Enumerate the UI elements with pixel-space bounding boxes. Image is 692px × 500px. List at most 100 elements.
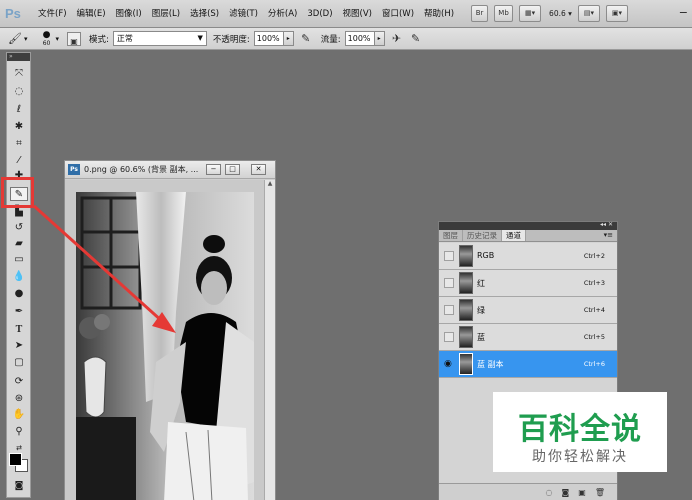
minibridge-button[interactable]: Mb (494, 5, 514, 22)
menu-layer[interactable]: 图层(L) (147, 0, 185, 28)
channel-thumbnail (459, 353, 473, 375)
brush-dot-icon: ● (42, 29, 51, 40)
panel-tabs: 图层 历史记录 通道 ▾≡ (439, 230, 617, 242)
channel-shortcut: Ctrl+4 (583, 306, 605, 314)
channel-row-blue[interactable]: 蓝 Ctrl+5 (439, 324, 617, 351)
tab-layers[interactable]: 图层 (439, 230, 463, 241)
3d-orbit-tool-icon[interactable]: ⊛ (10, 392, 28, 406)
collapse-icon[interactable]: ◂◂ ✕ (600, 221, 613, 228)
minimize-icon: − (210, 165, 217, 173)
zoom-tool-icon[interactable]: ⚲ (10, 425, 28, 439)
move-tool-icon[interactable]: ⤧ (10, 67, 28, 81)
pen-tool-icon[interactable]: ✒ (10, 305, 28, 319)
document-title: 0.png @ 60.6% (背景 副本, ... (84, 165, 199, 174)
doc-close-button[interactable]: ✕ (251, 164, 266, 175)
brush-panel-toggle-icon[interactable]: ▣ (67, 31, 82, 46)
brush-size-picker[interactable]: ● 60 (40, 29, 54, 47)
document-canvas-area[interactable] (65, 180, 265, 500)
flow-label: 流量: (320, 34, 341, 45)
menu-file[interactable]: 文件(F) (33, 0, 72, 28)
new-channel-icon[interactable]: ▣ (578, 488, 586, 497)
photoshop-logo: Ps (5, 5, 21, 21)
airbrush-icon[interactable]: ✈ (390, 31, 404, 46)
eyedropper-tool-icon[interactable]: ⁄ (10, 154, 28, 168)
channel-name: 红 (477, 279, 485, 288)
mode-select[interactable]: 正常 ▼ (112, 31, 207, 46)
menu-edit[interactable]: 编辑(E) (72, 0, 111, 28)
menu-image[interactable]: 图像(I) (111, 0, 147, 28)
channel-row-blue-copy[interactable]: ◉ 蓝 副本 Ctrl+6 (439, 351, 617, 378)
panel-topbar[interactable]: ◂◂ ✕ (439, 221, 617, 230)
save-selection-icon[interactable]: ◙ (562, 488, 570, 497)
flow-input[interactable]: 100% (344, 31, 375, 46)
channel-row-red[interactable]: 红 Ctrl+3 (439, 270, 617, 297)
watermark-main-text: 百科全说 (518, 412, 642, 447)
zoom-level[interactable]: 60.6 ▾ (549, 9, 572, 18)
watermark: 百科全说 助你轻松解决 (493, 392, 667, 472)
screen-mode-button[interactable]: ▣▾ (605, 5, 628, 22)
menu-filter[interactable]: 滤镜(T) (224, 0, 263, 28)
channel-name: RGB (477, 251, 495, 260)
visibility-checkbox[interactable] (444, 278, 454, 288)
tab-history[interactable]: 历史记录 (463, 230, 502, 241)
flow-slider-toggle[interactable]: ▸ (374, 31, 385, 46)
menu-3d[interactable]: 3D(D) (302, 0, 337, 28)
3d-rotate-tool-icon[interactable]: ⟳ (10, 375, 28, 389)
brush-picker-dropdown-icon[interactable]: ▾ (56, 35, 60, 43)
channel-row-rgb[interactable]: RGB Ctrl+2 (439, 243, 617, 270)
toolbox-header[interactable]: » (7, 53, 30, 61)
doc-minimize-button[interactable]: − (206, 164, 221, 175)
grid-icon: ▦▾ (524, 9, 536, 17)
document-titlebar[interactable]: Ps 0.png @ 60.6% (背景 副本, ... − □ ✕ (65, 161, 275, 179)
eye-icon[interactable]: ◉ (444, 359, 454, 369)
doc-maximize-button[interactable]: □ (225, 164, 240, 175)
scroll-up-icon[interactable]: ▲ (265, 180, 275, 187)
shape-tool-icon[interactable]: ▢ (10, 356, 28, 370)
preset-dropdown-icon[interactable]: ▾ (24, 35, 28, 43)
opacity-slider-toggle[interactable]: ▸ (283, 31, 294, 46)
history-brush-tool-icon[interactable]: ↺ (10, 221, 28, 235)
quick-selection-tool-icon[interactable]: ✱ (10, 120, 28, 134)
view-extras-button[interactable]: ▦▾ (519, 5, 542, 22)
channel-name: 蓝 (477, 333, 485, 342)
gradient-tool-icon[interactable]: ▭ (10, 253, 28, 267)
document-window: Ps 0.png @ 60.6% (背景 副本, ... − □ ✕ ▲ (64, 160, 276, 500)
tab-channels[interactable]: 通道 (502, 230, 526, 241)
brush-tool-preset-icon[interactable]: 🖌 (8, 31, 22, 46)
menu-view[interactable]: 视图(V) (338, 0, 377, 28)
menu-select[interactable]: 选择(S) (185, 0, 224, 28)
bridge-button[interactable]: Br (471, 5, 489, 22)
blur-tool-icon[interactable]: 💧 (10, 270, 28, 284)
document-photo (76, 192, 254, 500)
delete-channel-icon[interactable]: 🗑 (595, 488, 605, 497)
minimize-icon[interactable]: − (679, 6, 688, 19)
lasso-tool-icon[interactable]: ℓ (10, 103, 28, 117)
channel-row-green[interactable]: 绿 Ctrl+4 (439, 297, 617, 324)
crop-tool-icon[interactable]: ⌗ (10, 137, 28, 151)
visibility-checkbox[interactable] (444, 305, 454, 315)
opacity-label: 不透明度: (212, 34, 250, 45)
quick-mask-icon[interactable]: ◙ (10, 479, 28, 493)
screen-mode-icon: ▣▾ (611, 9, 622, 17)
path-selection-tool-icon[interactable]: ➤ (10, 339, 28, 353)
channel-shortcut: Ctrl+3 (583, 279, 605, 287)
opacity-input[interactable]: 100% (253, 31, 284, 46)
visibility-checkbox[interactable] (444, 332, 454, 342)
hand-tool-icon[interactable]: ✋ (10, 408, 28, 422)
visibility-checkbox[interactable] (444, 251, 454, 261)
load-selection-icon[interactable]: ◌ (546, 488, 553, 497)
menu-window[interactable]: 窗口(W) (377, 0, 419, 28)
panel-menu-icon[interactable]: ▾≡ (604, 230, 613, 241)
document-vertical-scrollbar[interactable]: ▲ (264, 180, 275, 500)
brush-size-value: 60 (42, 39, 51, 47)
tablet-size-pressure-icon[interactable]: ✎ (409, 31, 423, 46)
foreground-color-swatch[interactable] (9, 453, 22, 466)
tablet-opacity-pressure-icon[interactable]: ✎ (299, 31, 313, 46)
type-tool-icon[interactable]: T (10, 323, 28, 337)
menu-help[interactable]: 帮助(H) (419, 0, 459, 28)
marquee-tool-icon[interactable]: ◌ (10, 85, 28, 99)
menu-analysis[interactable]: 分析(A) (263, 0, 302, 28)
dodge-tool-icon[interactable]: ● (10, 287, 28, 301)
eraser-tool-icon[interactable]: ▰ (10, 237, 28, 251)
arrange-documents-button[interactable]: ▤▾ (577, 5, 600, 22)
